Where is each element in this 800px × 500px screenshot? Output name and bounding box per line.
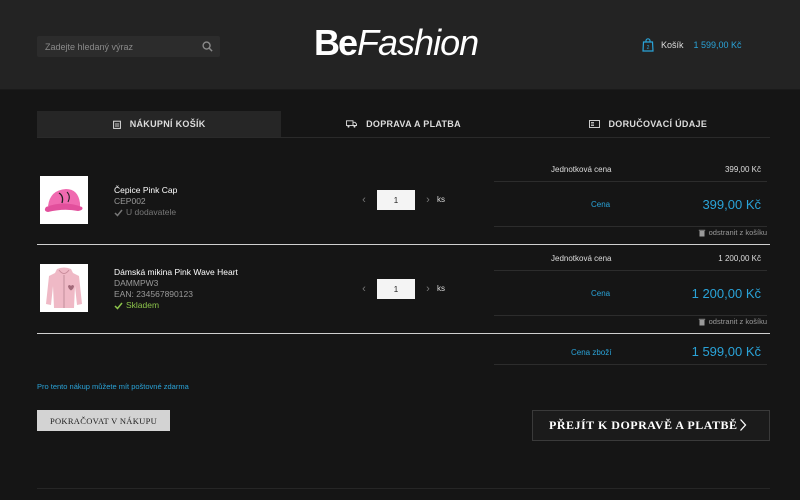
step-delivery[interactable]: DORUČOVACÍ ÚDAJE xyxy=(526,111,770,137)
item-total-value: 1 200,00 Kč xyxy=(691,285,761,301)
cart-list-icon xyxy=(112,120,121,129)
search-input[interactable] xyxy=(37,36,197,57)
address-card-icon xyxy=(588,120,600,128)
unit-price-label: Jednotková cena xyxy=(551,253,612,263)
go-to-shipping-button[interactable]: PŘEJÍT K DOPRAVĚ A PLATBĚ xyxy=(532,410,770,441)
qty-decrease-icon[interactable]: ‹ xyxy=(359,190,369,210)
checkout-steps: NÁKUPNÍ KOŠÍK DOPRAVA A PLATBA DORUČOVAC… xyxy=(37,111,770,138)
logo-be: Be xyxy=(314,22,358,63)
quantity-stepper: ‹ › xyxy=(359,190,433,210)
header-cart[interactable]: 2 Košík 1 599,00 Kč xyxy=(642,38,742,52)
cart-total: 1 599,00 Kč xyxy=(693,40,742,50)
qty-decrease-icon[interactable]: ‹ xyxy=(359,279,369,299)
goods-total-row: Cena zboží 1 599,00 Kč xyxy=(494,340,767,365)
quantity-stepper: ‹ › xyxy=(359,279,433,299)
availability-label: U dodavatele xyxy=(126,207,177,217)
product-name[interactable]: Čepice Pink Cap xyxy=(114,185,177,196)
item-total-row: Cena 399,00 Kč xyxy=(494,182,767,227)
item-total-row: Cena 1 200,00 Kč xyxy=(494,271,767,316)
step-cart-label: NÁKUPNÍ KOŠÍK xyxy=(129,119,206,129)
quantity-input[interactable] xyxy=(377,279,415,299)
free-shipping-note: Pro tento nákup můžete mít poštovné zdar… xyxy=(37,382,189,391)
search-box xyxy=(37,36,220,57)
step-shipping[interactable]: DOPRAVA A PLATBA xyxy=(281,111,525,137)
cart-label: Košík xyxy=(661,40,684,50)
check-icon xyxy=(114,302,123,310)
footer-divider xyxy=(37,488,770,489)
availability-label: Skladem xyxy=(126,300,160,310)
remove-item-label: odstranit z košíku xyxy=(708,228,767,237)
unit-price-value: 1 200,00 Kč xyxy=(718,253,761,263)
product-info: Dámská mikina Pink Wave Heart DAMMPW3 EA… xyxy=(114,267,238,311)
product-thumbnail[interactable] xyxy=(40,176,88,224)
quantity-input[interactable] xyxy=(377,190,415,210)
quantity-unit: ks xyxy=(437,195,445,204)
go-to-shipping-label: PŘEJÍT K DOPRAVĚ A PLATBĚ xyxy=(549,418,738,432)
unit-price-label: Jednotková cena xyxy=(551,164,612,174)
item-total-label: Cena xyxy=(591,199,611,209)
goods-total-value: 1 599,00 Kč xyxy=(691,344,761,359)
item-total-label: Cena xyxy=(591,288,611,298)
item-divider xyxy=(37,244,770,245)
search-icon[interactable] xyxy=(202,41,213,52)
continue-shopping-button[interactable]: POKRAČOVAT V NÁKUPU xyxy=(37,410,170,431)
svg-text:2: 2 xyxy=(647,45,650,51)
cart-item: Čepice Pink Cap CEP002 U dodavatele ‹ › … xyxy=(37,157,770,245)
product-code: CEP002 xyxy=(114,196,146,206)
remove-item-link[interactable]: odstranit z košíku xyxy=(698,228,767,237)
remove-item-link[interactable]: odstranit z košíku xyxy=(698,317,767,326)
quantity-unit: ks xyxy=(437,284,445,293)
remove-item-label: odstranit z košíku xyxy=(708,317,767,326)
qty-increase-icon[interactable]: › xyxy=(423,279,433,299)
cart-item: Dámská mikina Pink Wave Heart DAMMPW3 EA… xyxy=(37,246,770,334)
check-icon xyxy=(114,209,123,217)
product-info: Čepice Pink Cap CEP002 U dodavatele xyxy=(114,185,177,218)
pink-hoodie-image xyxy=(46,267,82,308)
logo[interactable]: Be Fashion xyxy=(314,22,479,66)
product-ean: EAN: 234567890123 xyxy=(114,289,193,299)
pink-cap-image xyxy=(44,189,83,212)
product-thumbnail[interactable] xyxy=(40,264,88,312)
unit-price-value: 399,00 Kč xyxy=(724,164,761,174)
shopping-bag-icon: 2 xyxy=(642,38,654,52)
step-delivery-label: DORUČOVACÍ ÚDAJE xyxy=(608,119,708,129)
goods-total-label: Cena zboží xyxy=(571,348,612,357)
availability: U dodavatele xyxy=(114,207,177,218)
item-divider xyxy=(37,333,770,334)
price-box: Jednotková cena 399,00 Kč Cena 399,00 Kč xyxy=(494,157,767,227)
step-shipping-label: DOPRAVA A PLATBA xyxy=(366,119,461,129)
product-code: DAMMPW3 xyxy=(114,278,159,288)
unit-price-row: Jednotková cena 399,00 Kč xyxy=(494,157,767,182)
chevron-right-icon xyxy=(740,419,747,431)
unit-price-row: Jednotková cena 1 200,00 Kč xyxy=(494,246,767,271)
step-cart[interactable]: NÁKUPNÍ KOŠÍK xyxy=(37,111,282,137)
truck-icon xyxy=(346,120,358,128)
qty-increase-icon[interactable]: › xyxy=(423,190,433,210)
site-header: Be Fashion 2 Košík 1 599,00 Kč xyxy=(0,0,800,90)
item-total-value: 399,00 Kč xyxy=(702,196,761,212)
trash-icon xyxy=(698,318,705,325)
product-name[interactable]: Dámská mikina Pink Wave Heart xyxy=(114,267,238,278)
trash-icon xyxy=(698,229,705,236)
availability: Skladem xyxy=(114,300,238,311)
price-box: Jednotková cena 1 200,00 Kč Cena 1 200,0… xyxy=(494,246,767,316)
logo-fashion: Fashion xyxy=(357,22,479,63)
